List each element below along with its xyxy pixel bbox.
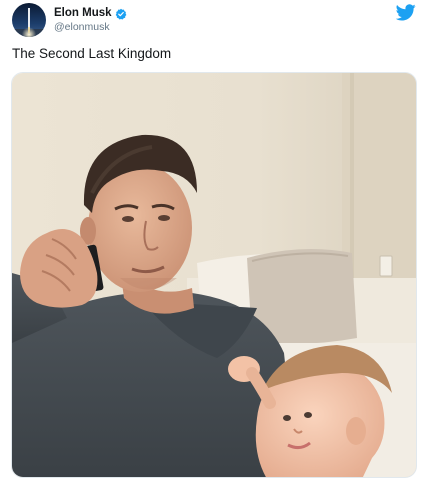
display-name[interactable]: Elon Musk <box>54 7 112 21</box>
twitter-bird-icon[interactable] <box>395 4 416 26</box>
tweet-header: Elon Musk @elonmusk <box>12 2 127 38</box>
verified-badge-icon <box>115 8 127 20</box>
tweet-text: The Second Last Kingdom <box>12 46 172 61</box>
handle[interactable]: @elonmusk <box>54 21 127 34</box>
avatar[interactable] <box>12 3 46 37</box>
photo-illustration <box>12 73 416 477</box>
tweet-card: Elon Musk @elonmusk The Second Last King… <box>0 0 430 486</box>
rocket-launch-avatar-icon <box>12 3 46 37</box>
tweet-photo[interactable] <box>11 72 417 478</box>
